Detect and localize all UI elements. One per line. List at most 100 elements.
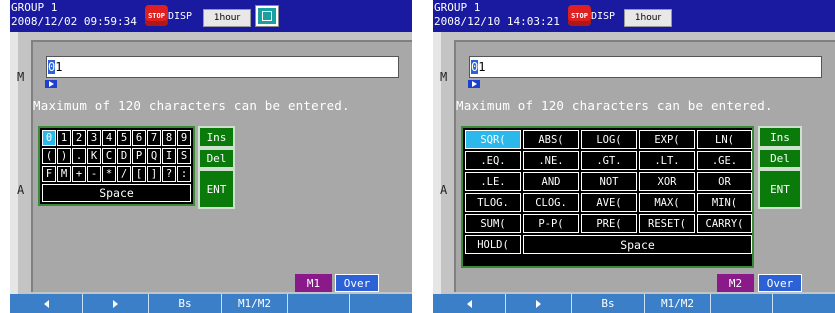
monitor-icon (255, 5, 279, 27)
key-p[interactable]: P (132, 148, 146, 164)
text-input-field[interactable]: 01 (46, 56, 399, 78)
key-abs[interactable]: ABS( (523, 130, 579, 149)
key-exp[interactable]: EXP( (639, 130, 695, 149)
character-input-dialog: 01 Maximum of 120 characters can be ente… (31, 40, 412, 292)
key-p-p[interactable]: P-P( (523, 214, 579, 233)
key-d[interactable]: D (117, 148, 131, 164)
key-4[interactable]: 4 (102, 130, 116, 146)
key-q[interactable]: Q (147, 148, 161, 164)
over-button[interactable]: Over (335, 274, 379, 292)
over-button[interactable]: Over (758, 274, 802, 292)
key-space[interactable]: Space (42, 184, 191, 202)
mode-button[interactable]: M2 (717, 274, 754, 292)
left-arrow-icon (43, 299, 49, 308)
key-sum[interactable]: SUM( (465, 214, 521, 233)
cursor-arrow-icon (468, 80, 480, 88)
key-close-bracket[interactable]: ] (147, 166, 161, 182)
key-s[interactable]: S (177, 148, 191, 164)
ins-button[interactable]: Ins (198, 126, 235, 148)
key-open-bracket[interactable]: [ (132, 166, 146, 182)
key-ne[interactable]: .NE. (523, 151, 579, 170)
key-m[interactable]: M (57, 166, 71, 182)
cursor-arrow-icon (45, 80, 57, 88)
key-clog[interactable]: CLOG. (523, 193, 579, 212)
key-ln[interactable]: LN( (697, 130, 752, 149)
key-5[interactable]: 5 (117, 130, 131, 146)
screen-m1: GROUP 1 2008/12/02 09:59:34 STOP DISP 1h… (10, 0, 412, 313)
right-arrow-button[interactable] (83, 294, 149, 313)
ent-button[interactable]: ENT (198, 169, 235, 209)
key-2[interactable]: 2 (72, 130, 86, 146)
key-open-paren[interactable]: ( (42, 148, 56, 164)
input-text: 1 (55, 60, 63, 74)
key-question[interactable]: ? (162, 166, 176, 182)
key-3[interactable]: 3 (87, 130, 101, 146)
key-colon[interactable]: : (177, 166, 191, 182)
side-label-a: A (440, 183, 448, 197)
max-characters-message: Maximum of 120 characters can be entered… (33, 98, 350, 113)
key-f[interactable]: F (42, 166, 56, 182)
key-pre[interactable]: PRE( (581, 214, 637, 233)
key-not[interactable]: NOT (581, 172, 637, 191)
right-arrow-button[interactable] (506, 294, 572, 313)
softkey-empty-1[interactable] (711, 294, 773, 313)
side-label-m: M (440, 70, 448, 84)
keyboard-panel: 0 1 2 3 4 5 6 7 8 9 ( ) . K C D P Q I S … (38, 126, 195, 206)
left-arrow-button[interactable] (433, 294, 506, 313)
interval-display: 1hour (624, 9, 672, 27)
del-button[interactable]: Del (758, 148, 802, 169)
softkey-empty-2[interactable] (773, 294, 835, 313)
key-c[interactable]: C (102, 148, 116, 164)
screen-m2: GROUP 1 2008/12/10 14:03:21 STOP DISP 1h… (433, 0, 835, 313)
key-6[interactable]: 6 (132, 130, 146, 146)
right-arrow-icon (536, 299, 541, 308)
status-bar: GROUP 1 2008/12/10 14:03:21 STOP DISP 1h… (433, 0, 835, 32)
key-1[interactable]: 1 (57, 130, 71, 146)
key-minus[interactable]: - (87, 166, 101, 182)
key-min[interactable]: MIN( (697, 193, 752, 212)
key-plus[interactable]: + (72, 166, 86, 182)
key-ge[interactable]: .GE. (697, 151, 752, 170)
stop-icon: STOP (145, 5, 168, 26)
left-arrow-button[interactable] (10, 294, 83, 313)
key-close-paren[interactable]: ) (57, 148, 71, 164)
key-sqr[interactable]: SQR( (465, 130, 521, 149)
bs-button[interactable]: Bs (149, 294, 222, 313)
key-k[interactable]: K (87, 148, 101, 164)
bs-button[interactable]: Bs (572, 294, 645, 313)
key-lt[interactable]: .LT. (639, 151, 695, 170)
key-eq[interactable]: .EQ. (465, 151, 521, 170)
key-hold[interactable]: HOLD( (465, 235, 521, 254)
mode-button[interactable]: M1 (295, 274, 332, 292)
key-gt[interactable]: .GT. (581, 151, 637, 170)
key-le[interactable]: .LE. (465, 172, 521, 191)
softkey-empty-1[interactable] (288, 294, 350, 313)
m1-m2-button[interactable]: M1/M2 (222, 294, 288, 313)
del-button[interactable]: Del (198, 148, 235, 169)
key-i[interactable]: I (162, 148, 176, 164)
key-carry[interactable]: CARRY( (697, 214, 752, 233)
key-ave[interactable]: AVE( (581, 193, 637, 212)
text-input-field[interactable]: 01 (469, 56, 822, 78)
key-max[interactable]: MAX( (639, 193, 695, 212)
key-tlog[interactable]: TLOG. (465, 193, 521, 212)
key-log[interactable]: LOG( (581, 130, 637, 149)
softkey-empty-2[interactable] (350, 294, 412, 313)
key-period[interactable]: . (72, 148, 86, 164)
ent-button[interactable]: ENT (758, 169, 802, 209)
key-or[interactable]: OR (697, 172, 752, 191)
interval-display: 1hour (203, 9, 251, 27)
ins-button[interactable]: Ins (758, 126, 802, 148)
key-and[interactable]: AND (523, 172, 579, 191)
key-divide[interactable]: / (117, 166, 131, 182)
key-0[interactable]: 0 (42, 130, 56, 146)
m1-m2-button[interactable]: M1/M2 (645, 294, 711, 313)
key-space[interactable]: Space (523, 235, 752, 254)
key-7[interactable]: 7 (147, 130, 161, 146)
group-name: GROUP 1 (434, 1, 481, 14)
key-8[interactable]: 8 (162, 130, 176, 146)
key-reset[interactable]: RESET( (639, 214, 695, 233)
key-multiply[interactable]: * (102, 166, 116, 182)
key-xor[interactable]: XOR (639, 172, 695, 191)
key-9[interactable]: 9 (177, 130, 191, 146)
